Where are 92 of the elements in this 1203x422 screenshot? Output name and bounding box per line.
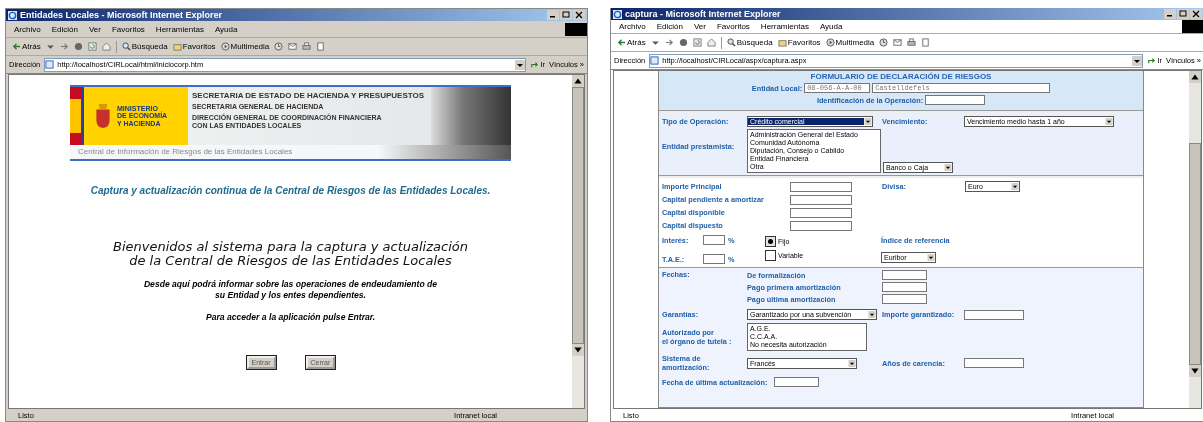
maximize-icon[interactable] xyxy=(560,10,572,20)
back-arrow-icon xyxy=(12,42,21,51)
printer-icon[interactable] xyxy=(907,38,917,47)
window-title: Entidades Locales - Microsoft Internet Explorer xyxy=(20,10,223,20)
input-field[interactable] xyxy=(703,254,725,265)
menu-item[interactable]: Ver xyxy=(693,22,706,31)
search-icon xyxy=(726,38,736,47)
input-field[interactable] xyxy=(703,235,725,246)
input-field[interactable] xyxy=(882,270,927,281)
input-field[interactable] xyxy=(925,95,986,105)
stop-icon[interactable] xyxy=(73,42,83,51)
maximize-icon[interactable] xyxy=(1177,9,1189,19)
caret-icon xyxy=(944,164,952,172)
menu-item[interactable]: Edición xyxy=(656,22,683,31)
radio-button[interactable] xyxy=(765,250,776,262)
caret-icon[interactable] xyxy=(45,42,55,51)
folder-icon xyxy=(777,38,787,47)
input-field[interactable] xyxy=(964,358,1024,369)
instruction-text: Para acceder a la aplicación pulse Entrar. xyxy=(205,311,376,322)
refresh-icon[interactable] xyxy=(87,42,97,51)
menu-item[interactable]: Ayuda xyxy=(214,24,238,34)
minimize-icon[interactable] xyxy=(547,10,559,20)
input-field[interactable] xyxy=(882,282,927,293)
history-icon[interactable] xyxy=(879,38,889,47)
form-title: FORMULARIO DE DECLARACIÓN DE RIESGOS xyxy=(810,72,992,81)
banner-caption: Central de Información de Riesgos de las Entidades Locales xyxy=(70,145,511,159)
back-button[interactable]: Atrás xyxy=(12,42,41,51)
welcome-heading: Bienvenidos al sistema para la captura y actualización de la Central de Riesgos de las Entidades Locales xyxy=(113,240,468,268)
menu-item[interactable]: Herramientas xyxy=(760,22,809,31)
caret-icon xyxy=(1011,183,1019,191)
go-arrow-icon xyxy=(530,60,540,69)
input-field[interactable] xyxy=(882,294,927,305)
home-icon[interactable] xyxy=(101,42,111,51)
back-arrow-icon xyxy=(617,38,626,47)
flag-stripe-drawing xyxy=(70,87,84,145)
minimize-icon[interactable] xyxy=(1164,9,1176,19)
media-icon xyxy=(825,38,835,47)
window-title: captura - Microsoft Internet Explorer xyxy=(625,9,781,19)
printer-icon[interactable] xyxy=(302,42,312,51)
caret-icon[interactable] xyxy=(650,38,660,47)
home-icon[interactable] xyxy=(706,38,716,47)
back-button[interactable]: Atrás xyxy=(617,38,646,47)
close-icon[interactable] xyxy=(573,10,585,20)
search-icon xyxy=(121,42,131,51)
media-icon xyxy=(220,42,230,51)
input-field[interactable] xyxy=(964,309,1024,320)
media-button[interactable]: Multimedia xyxy=(825,38,875,47)
caret-icon xyxy=(927,254,935,262)
forward-arrow-icon[interactable] xyxy=(59,42,69,51)
menu-item[interactable]: Favoritos xyxy=(716,22,750,31)
banner-text: SECRETARIA DE ESTADO DE HACIENDA Y PRESUPUESTOS xyxy=(192,92,426,101)
radio-button[interactable] xyxy=(765,236,776,248)
caret-icon xyxy=(864,118,872,125)
caret-icon xyxy=(1105,118,1113,125)
menu-item[interactable]: Ver xyxy=(88,24,101,34)
folder-icon xyxy=(172,42,182,51)
caret-icon xyxy=(1132,55,1143,66)
input-field[interactable] xyxy=(790,220,852,231)
tagline: Captura y actualización continua de la Central de Riesgos de las Entidades Locales. xyxy=(90,185,491,196)
input-field[interactable] xyxy=(790,194,852,205)
input-field[interactable] xyxy=(790,181,852,192)
close-icon[interactable] xyxy=(1190,9,1202,19)
intro-text: Desde aquí podrá informar sobre las operaciones de endeudamiento de su Entidad y los entes dependientes. xyxy=(143,279,438,300)
forward-arrow-icon[interactable] xyxy=(664,38,674,47)
mail-icon[interactable] xyxy=(893,38,903,47)
page-icon xyxy=(45,60,55,69)
menu-item[interactable]: Herramientas xyxy=(155,24,204,34)
input-field[interactable] xyxy=(774,377,820,388)
media-button[interactable]: Multimedia xyxy=(220,42,270,51)
document-icon[interactable] xyxy=(921,38,931,47)
browser-icon xyxy=(613,9,622,19)
search-button[interactable]: Búsqueda xyxy=(726,38,773,47)
stop-icon[interactable] xyxy=(678,38,688,47)
favorites-button[interactable]: Favoritos xyxy=(172,42,216,51)
menu-item[interactable]: Edición xyxy=(51,24,78,34)
refresh-icon[interactable] xyxy=(692,38,702,47)
document-icon[interactable] xyxy=(316,42,326,51)
caret-icon xyxy=(848,359,856,367)
favorites-button[interactable]: Favoritos xyxy=(777,38,821,47)
menu-item[interactable]: Archivo xyxy=(619,22,646,31)
menu-item[interactable]: Ayuda xyxy=(819,22,843,31)
menu-item[interactable]: Archivo xyxy=(14,24,41,34)
go-arrow-icon xyxy=(1147,56,1157,65)
input-field[interactable] xyxy=(790,207,852,218)
history-icon[interactable] xyxy=(274,42,284,51)
caret-icon xyxy=(515,59,526,70)
search-button[interactable]: Búsqueda xyxy=(121,42,168,51)
menu-item[interactable]: Favoritos xyxy=(111,24,145,34)
page-icon xyxy=(650,56,660,65)
caret-icon xyxy=(868,311,876,319)
browser-icon xyxy=(8,10,17,20)
mail-icon[interactable] xyxy=(288,42,298,51)
